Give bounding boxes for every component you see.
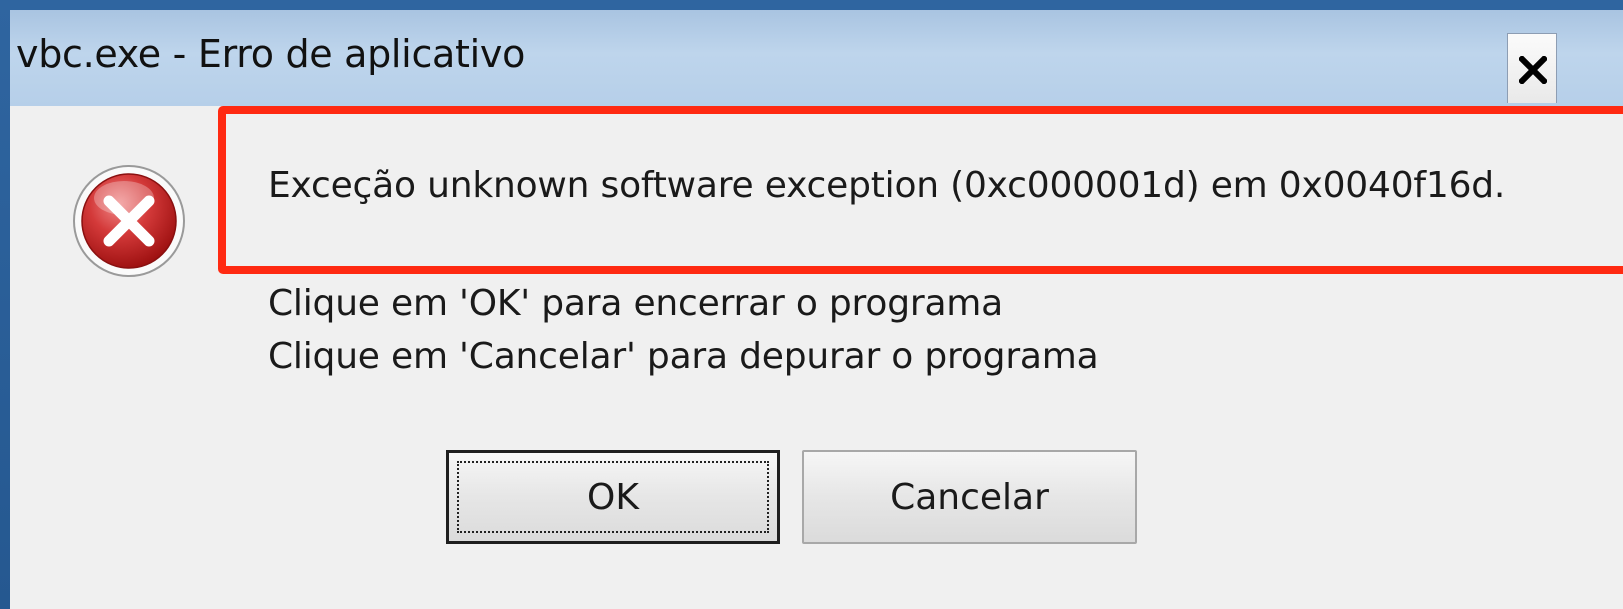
cancel-button[interactable]: Cancelar [802,450,1137,544]
close-button[interactable] [1507,33,1557,103]
close-icon [1519,56,1547,84]
window-title: vbc.exe - Erro de aplicativo [16,32,526,76]
error-icon [73,165,185,277]
error-message: Exceção unknown software exception (0xc0… [268,165,1506,206]
error-dialog: vbc.exe - Erro de aplicativo Exceção unk… [10,10,1623,609]
ok-instruction: Clique em 'OK' para encerrar o programa [268,283,1004,324]
title-bar[interactable]: vbc.exe - Erro de aplicativo [10,10,1623,106]
cancel-instruction: Clique em 'Cancelar' para depurar o prog… [268,336,1099,377]
ok-button[interactable]: OK [446,450,780,544]
focus-ring [457,461,769,533]
cancel-button-label: Cancelar [890,476,1049,518]
